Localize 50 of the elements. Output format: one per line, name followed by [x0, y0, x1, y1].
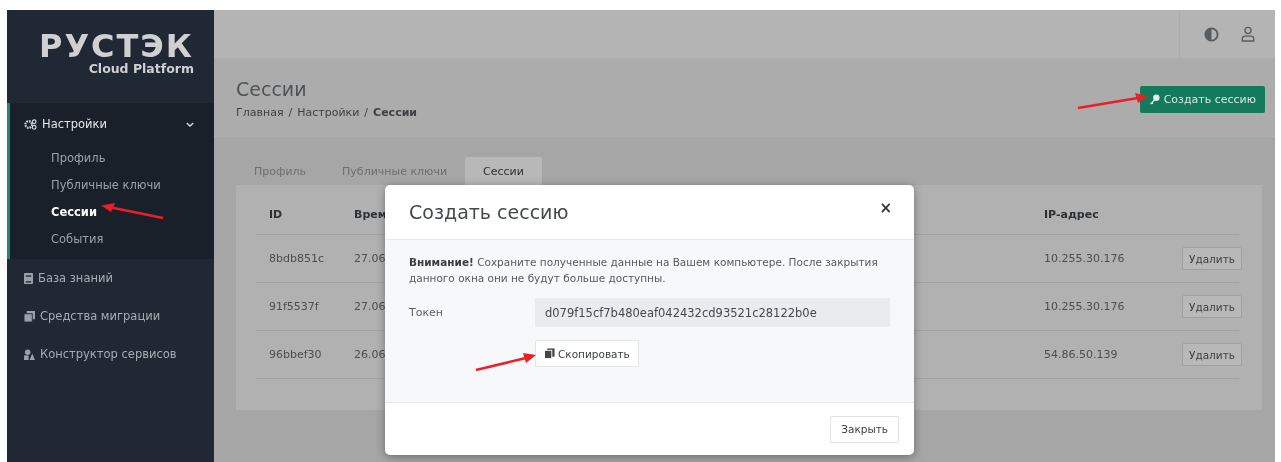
- table-cell: 27.06: [354, 252, 386, 265]
- close-button[interactable]: ×: [879, 199, 892, 217]
- table-cell: 91f5537f: [269, 300, 319, 313]
- breadcrumb-link[interactable]: Главная: [236, 105, 284, 119]
- column-header: ID: [269, 208, 283, 221]
- logo-subtitle: Cloud Platform: [88, 62, 194, 76]
- token-label: Токен: [409, 306, 445, 319]
- table-cell: 26.06: [354, 348, 386, 361]
- modal-title: Создать сессию: [409, 201, 569, 223]
- breadcrumb-separator: /: [364, 105, 369, 119]
- copy-button[interactable]: Скопировать: [535, 340, 639, 367]
- nav-subitem[interactable]: Публичные ключи: [10, 172, 214, 199]
- table-cell: 10.255.30.176: [1044, 252, 1125, 265]
- arrow-drawing: [101, 202, 165, 222]
- nav-subitem[interactable]: Сессии: [10, 199, 214, 226]
- nav-item[interactable]: База знаний: [7, 259, 214, 297]
- delete-button[interactable]: Удалить: [1182, 247, 1242, 270]
- create-session-button[interactable]: Создать сессию: [1139, 85, 1265, 113]
- table-cell: 54.86.50.139: [1044, 348, 1118, 361]
- nav-item[interactable]: Настройки: [10, 103, 214, 145]
- page-title: Сессии: [236, 77, 308, 100]
- windows-icon: [24, 310, 35, 322]
- gears-icon: [24, 118, 37, 130]
- logo-wordmark: РУСТЭК: [38, 30, 194, 62]
- warning-text: Внимание! Сохраните полученные данные на Вашем компьютере. После закрытия данного окна они не будут больше доступны.: [409, 255, 879, 286]
- arrow-drawing: [1076, 91, 1148, 111]
- user-icon[interactable]: [1241, 26, 1255, 42]
- delete-button[interactable]: Удалить: [1182, 343, 1242, 366]
- key-icon: [1148, 93, 1160, 105]
- breadcrumb-separator: /: [288, 105, 293, 119]
- table-cell: 10.255.30.176: [1044, 300, 1125, 313]
- close-dialog-button[interactable]: Закрыть: [830, 415, 899, 443]
- book-icon: [24, 272, 33, 284]
- delete-button[interactable]: Удалить: [1182, 295, 1242, 318]
- arrow-drawing: [474, 351, 536, 373]
- nav-subitem[interactable]: События: [10, 226, 214, 253]
- tab[interactable]: Сессии: [465, 157, 542, 185]
- nav-subitem[interactable]: Профиль: [10, 145, 214, 172]
- table-cell: 27.06: [354, 300, 386, 313]
- nav-item[interactable]: Средства миграции: [7, 297, 214, 335]
- copy-icon: [544, 348, 555, 359]
- table-cell: 8bdb851c: [269, 252, 324, 265]
- token-field[interactable]: d079f15cf7b480eaf042432cd93521c28122b0e: [535, 298, 890, 327]
- table-cell: 96bbef30: [269, 348, 322, 361]
- contrast-icon[interactable]: [1204, 26, 1219, 42]
- shapes-icon: [24, 348, 35, 360]
- column-header: IP-адрес: [1044, 208, 1099, 221]
- nav-item[interactable]: Конструктор сервисов: [7, 335, 214, 373]
- breadcrumb-link[interactable]: Настройки: [297, 105, 360, 119]
- column-header: Врем: [354, 208, 387, 221]
